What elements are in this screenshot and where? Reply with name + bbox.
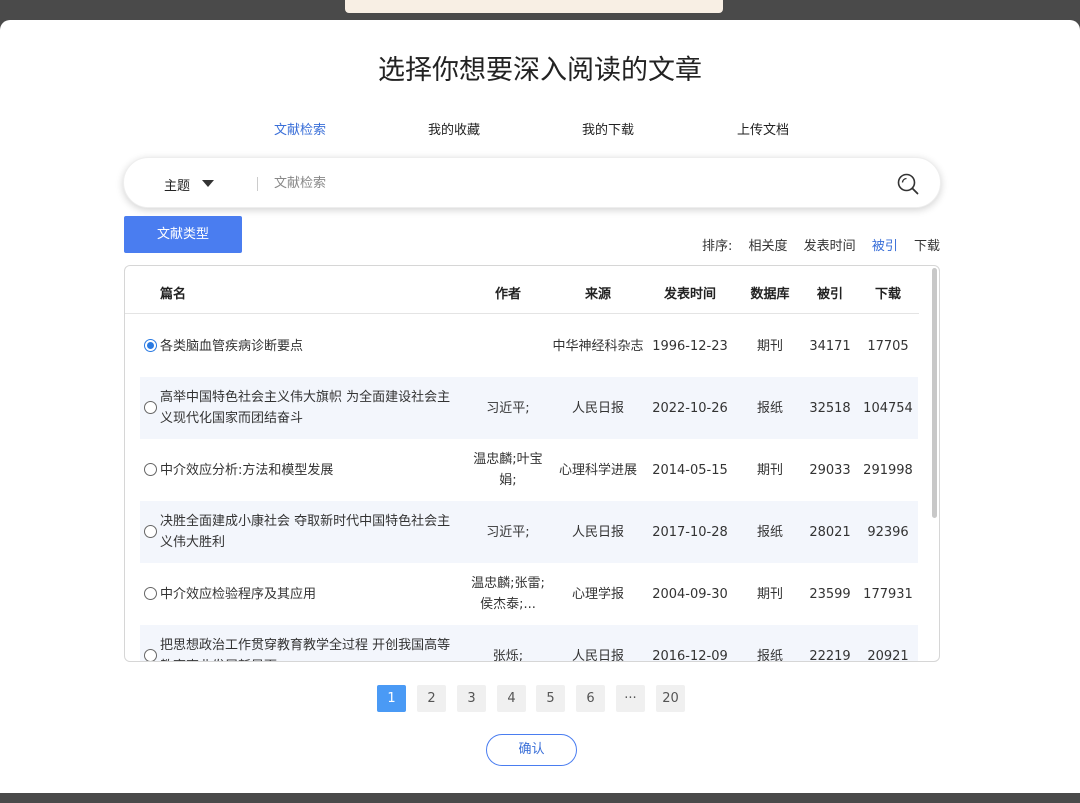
- tab-my-downloads[interactable]: 我的下载: [558, 119, 658, 138]
- search-divider: [257, 177, 258, 191]
- document-type-button[interactable]: 文献类型: [124, 216, 242, 253]
- table-header: 篇名 作者 来源 发表时间 数据库 被引 下载: [125, 266, 919, 314]
- row-title: 中介效应检验程序及其应用: [160, 586, 317, 602]
- row-title: 高举中国特色社会主义伟大旗帜 为全面建设社会主义现代化国家而团结奋斗: [160, 390, 451, 426]
- row-cited: 22219: [809, 648, 851, 662]
- row-source: 心理学报: [571, 586, 624, 602]
- tab-bar: 文献检索 我的收藏 我的下载 上传文档: [0, 119, 1080, 139]
- sort-option-cited[interactable]: 被引: [872, 239, 898, 254]
- search-input[interactable]: [274, 172, 874, 194]
- row-cited: 29033: [809, 462, 851, 478]
- sort-option-relevance[interactable]: 相关度: [749, 239, 788, 254]
- row-author: 温忠麟;张雷;侯杰泰;...: [471, 576, 545, 612]
- page-button[interactable]: 20: [656, 685, 685, 712]
- header-database: 数据库: [750, 287, 790, 302]
- row-cited: 28021: [809, 524, 851, 540]
- top-notification-strip: [345, 0, 723, 13]
- table-scrollbar[interactable]: [932, 268, 937, 518]
- sort-option-downloads[interactable]: 下载: [914, 239, 940, 254]
- row-radio[interactable]: [144, 525, 157, 538]
- row-source: 心理科学进展: [558, 462, 637, 478]
- row-date: 2017-10-28: [652, 524, 728, 540]
- header-downloads: 下载: [874, 287, 901, 302]
- row-radio[interactable]: [144, 339, 157, 352]
- row-downloads: 177931: [863, 586, 913, 602]
- tab-my-favorites[interactable]: 我的收藏: [404, 119, 504, 138]
- row-title: 决胜全面建成小康社会 夺取新时代中国特色社会主义伟大胜利: [160, 514, 451, 550]
- header-author: 作者: [494, 287, 521, 302]
- sort-bar: 排序: 相关度 发表时间 被引 下载: [702, 235, 940, 254]
- sort-option-publish-time[interactable]: 发表时间: [804, 239, 856, 254]
- row-author: 习近平;: [486, 400, 530, 416]
- row-cited: 32518: [809, 400, 851, 416]
- row-date: 1996-12-23: [652, 338, 728, 354]
- row-radio[interactable]: [144, 587, 157, 600]
- modal-title: 选择你想要深入阅读的文章: [378, 55, 702, 86]
- row-downloads: 104754: [863, 400, 913, 416]
- search-field-select[interactable]: 主题: [164, 175, 190, 194]
- row-author: [465, 315, 551, 377]
- header-publish-time: 发表时间: [663, 287, 716, 302]
- results-table: 篇名 作者 来源 发表时间 数据库 被引 下载 各类脑血管疾病诊断要点 中华神经…: [124, 265, 940, 662]
- row-downloads: 291998: [863, 462, 913, 478]
- row-author: 张烁;: [492, 648, 524, 662]
- table-row[interactable]: 高举中国特色社会主义伟大旗帜 为全面建设社会主义现代化国家而团结奋斗 习近平; …: [140, 377, 918, 439]
- table-row[interactable]: 各类脑血管疾病诊断要点 中华神经科杂志 1996-12-23 期刊 34171 …: [140, 315, 918, 377]
- row-database: 报纸: [756, 648, 783, 662]
- table-row[interactable]: 把思想政治工作贯穿教育教学全过程 开创我国高等教育事业发展新局面 张烁; 人民日…: [140, 625, 918, 662]
- page-ellipsis-button[interactable]: ···: [616, 685, 645, 712]
- header-source: 来源: [584, 287, 611, 302]
- confirm-button[interactable]: 确认: [486, 734, 577, 766]
- row-database: 期刊: [756, 586, 783, 602]
- table-row[interactable]: 决胜全面建成小康社会 夺取新时代中国特色社会主义伟大胜利 习近平; 人民日报 2…: [140, 501, 918, 563]
- row-database: 报纸: [756, 400, 783, 416]
- row-source: 人民日报: [571, 648, 624, 662]
- page-button[interactable]: 3: [457, 685, 486, 712]
- caret-down-icon[interactable]: [202, 180, 214, 187]
- tab-upload-document[interactable]: 上传文档: [713, 119, 813, 138]
- page-button[interactable]: 1: [377, 685, 406, 712]
- row-downloads: 92396: [867, 524, 909, 540]
- row-downloads: 17705: [867, 338, 909, 354]
- table-row[interactable]: 中介效应分析:方法和模型发展 温忠麟;叶宝娟; 心理科学进展 2014-05-1…: [140, 439, 918, 501]
- row-title: 各类脑血管疾病诊断要点: [160, 338, 304, 354]
- row-date: 2014-05-15: [652, 462, 728, 478]
- article-select-modal: 选择你想要深入阅读的文章 文献检索 我的收藏 我的下载 上传文档 主题 文献类型…: [0, 20, 1080, 793]
- row-downloads: 20921: [867, 648, 909, 662]
- page-button[interactable]: 5: [536, 685, 565, 712]
- row-database: 期刊: [756, 462, 783, 478]
- page-button[interactable]: 6: [576, 685, 605, 712]
- search-icon[interactable]: [896, 172, 920, 196]
- page-button[interactable]: 4: [497, 685, 526, 712]
- header-title: 篇名: [160, 287, 187, 302]
- row-radio[interactable]: [144, 401, 157, 414]
- pagination: 1 2 3 4 5 6 ··· 20: [0, 685, 1080, 712]
- row-author: 习近平;: [486, 524, 530, 540]
- row-date: 2004-09-30: [652, 586, 728, 602]
- search-bar: 主题: [123, 157, 941, 208]
- row-author: 温忠麟;叶宝娟;: [473, 452, 543, 488]
- sort-label: 排序:: [701, 239, 733, 254]
- row-title: 把思想政治工作贯穿教育教学全过程 开创我国高等教育事业发展新局面: [160, 638, 451, 661]
- row-title: 中介效应分析:方法和模型发展: [160, 462, 334, 478]
- row-radio[interactable]: [144, 463, 157, 476]
- row-database: 报纸: [756, 524, 783, 540]
- header-cited: 被引: [816, 287, 843, 302]
- row-date: 2022-10-26: [652, 400, 728, 416]
- row-radio[interactable]: [144, 649, 157, 661]
- row-cited: 34171: [809, 338, 851, 354]
- row-source: 中华神经科杂志: [552, 338, 644, 354]
- tab-literature-search[interactable]: 文献检索: [250, 119, 350, 138]
- table-row[interactable]: 中介效应检验程序及其应用 温忠麟;张雷;侯杰泰;... 心理学报 2004-09…: [140, 563, 918, 625]
- row-date: 2016-12-09: [652, 648, 728, 662]
- page-button[interactable]: 2: [417, 685, 446, 712]
- row-database: 期刊: [756, 338, 783, 354]
- row-source: 人民日报: [571, 400, 624, 416]
- row-source: 人民日报: [571, 524, 624, 540]
- row-cited: 23599: [809, 586, 851, 602]
